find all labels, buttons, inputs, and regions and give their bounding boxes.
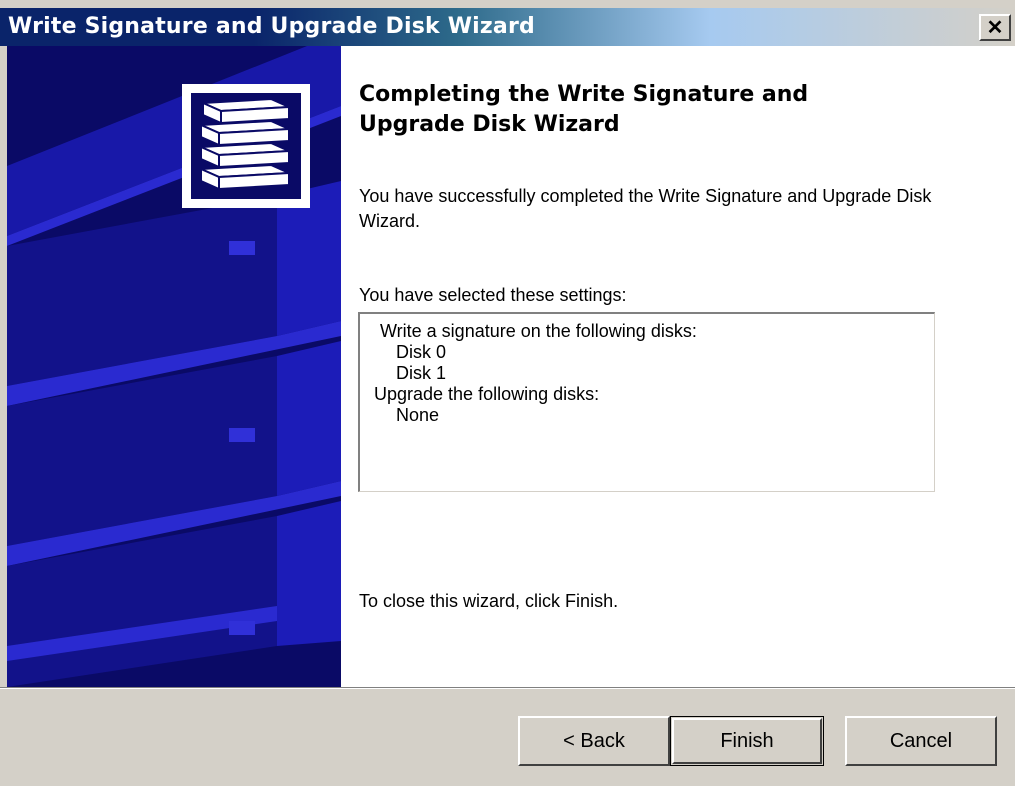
settings-line: Write a signature on the following disks… [380,321,697,341]
wizard-banner [7,46,341,687]
footer-divider [0,687,1015,689]
cancel-button[interactable]: Cancel [845,716,997,766]
close-icon: ✕ [986,17,1004,39]
back-button[interactable]: < Back [518,716,670,766]
finish-button-label: Finish [720,729,774,752]
settings-line: Upgrade the following disks: [374,384,600,404]
close-instructions: To close this wizard, click Finish. [359,591,619,611]
settings-line: Disk 1 [396,363,447,383]
title-bar[interactable]: Write Signature and Upgrade Disk Wizard … [0,8,1015,46]
window-title: Write Signature and Upgrade Disk Wizard [8,14,535,39]
back-button-label: < Back [563,729,625,752]
close-button[interactable]: ✕ [979,14,1011,41]
finish-button[interactable]: Finish [670,716,824,766]
wizard-window: Write Signature and Upgrade Disk Wizard … [0,0,1015,786]
page-title: Completing the Write Signature and Upgra… [359,82,809,137]
completion-message: You have successfully completed the Writ… [359,186,932,231]
settings-line: Disk 0 [396,342,447,362]
cancel-button-label: Cancel [889,729,953,752]
settings-label: You have selected these settings: [359,285,627,305]
disk-stack-icon [182,84,310,208]
wizard-content: Completing the Write Signature and Upgra… [341,46,1015,687]
settings-line: None [396,405,440,425]
settings-summary-box[interactable]: Write a signature on the following disks… [358,312,935,492]
